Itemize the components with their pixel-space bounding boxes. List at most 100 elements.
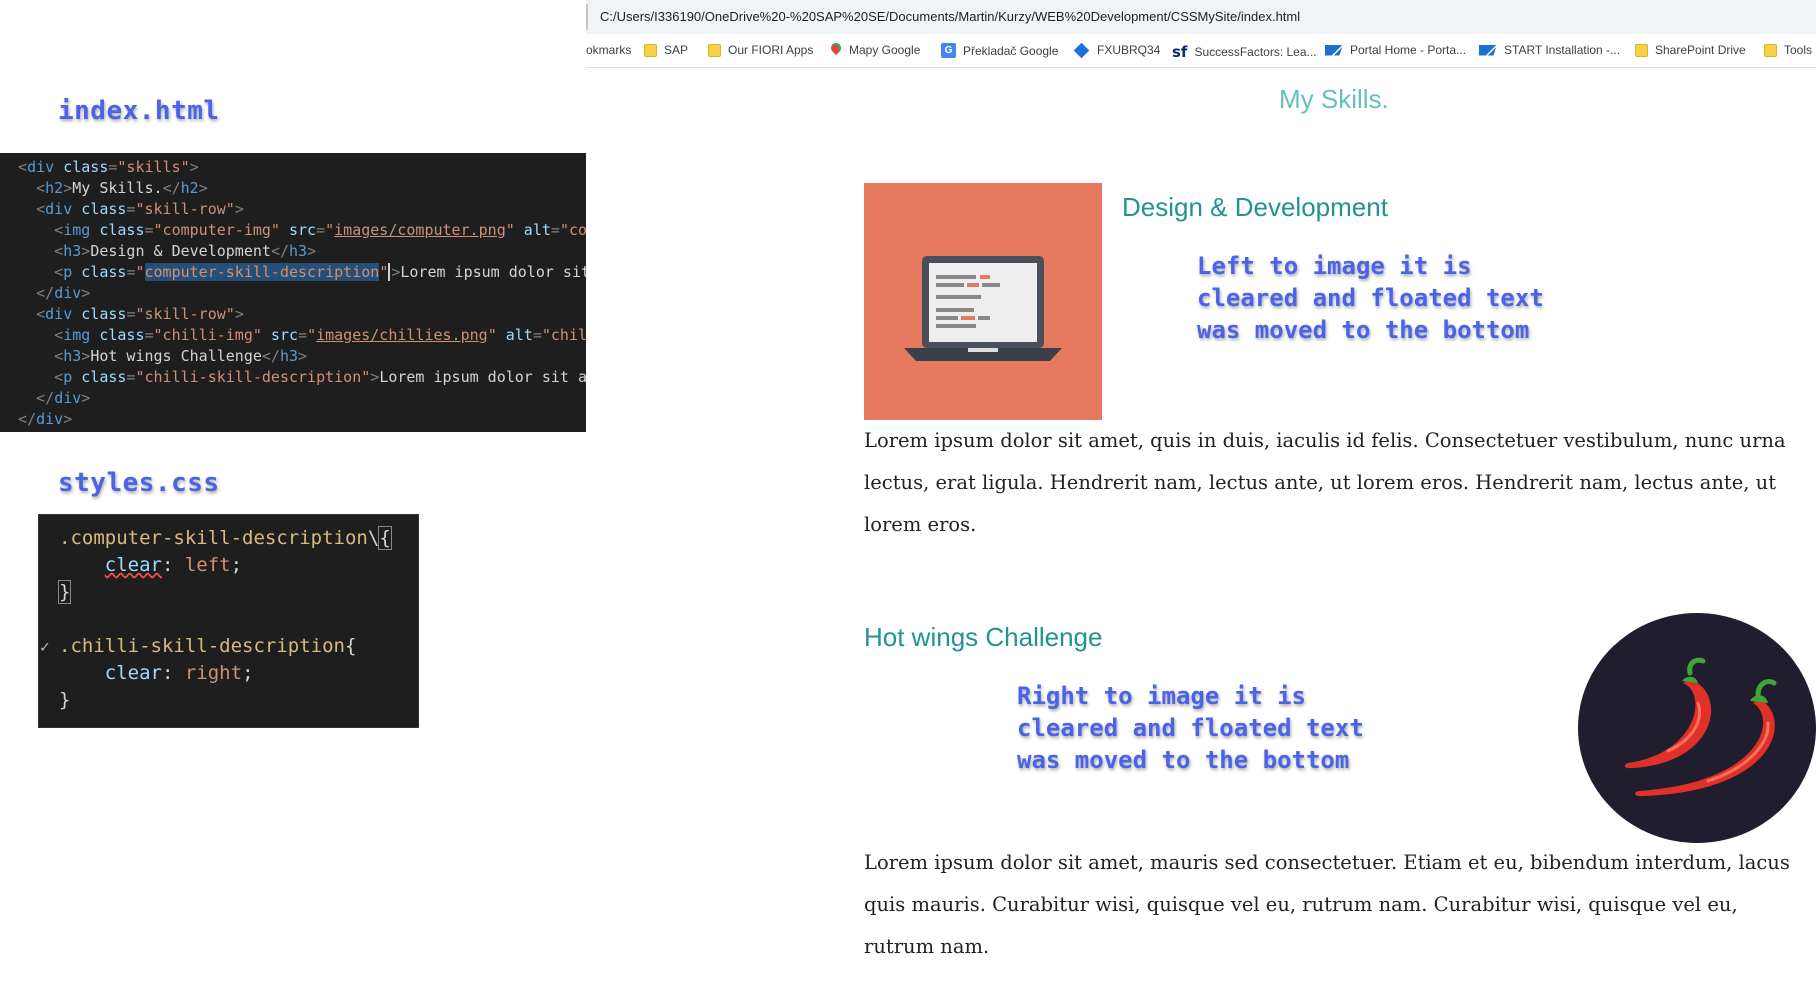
code-token: < [0, 179, 46, 197]
chilli-pepper-icon [1624, 657, 1777, 797]
code-token: div [27, 158, 55, 176]
chilli-image [1578, 613, 1816, 843]
code-line[interactable] [59, 606, 418, 633]
folder-icon [644, 43, 657, 57]
address-bar-divider [586, 4, 588, 30]
bookmark-item-bookmarks[interactable]: okmarks [586, 43, 631, 57]
code-token: } [59, 689, 71, 711]
code-line[interactable]: clear: left; [59, 552, 418, 579]
bookmark-item-tools[interactable]: Tools [1764, 43, 1812, 57]
code-token: > [63, 179, 73, 197]
code-token: p [63, 368, 73, 386]
code-token: \ [367, 527, 380, 549]
code-token: ; [230, 554, 243, 576]
css-code-body: .computer-skill-description\{ clear: lef… [39, 525, 418, 714]
code-token: right [184, 662, 243, 684]
annotation-line: Left to image it is [1197, 252, 1472, 280]
code-token: = [316, 221, 326, 239]
code-token: " [135, 263, 145, 281]
code-token: ; [242, 662, 254, 684]
code-token: > [81, 284, 91, 302]
code-token: { [378, 526, 392, 550]
bookmark-item-successfactors[interactable]: sf SuccessFactors: Lea... [1172, 43, 1317, 61]
code-token: "chilli-skill-description" [135, 368, 371, 386]
folder-icon [1764, 43, 1777, 57]
code-token: class [90, 326, 145, 344]
code-token: class [90, 221, 145, 239]
browser-window: C:/Users/I336190/OneDrive%20-%20SAP%20SE… [586, 0, 1816, 981]
code-token: h2 [180, 179, 199, 197]
bookmark-label: okmarks [586, 43, 632, 57]
annotation-left-clear: Left to image it is cleared and floated … [1197, 250, 1617, 346]
code-token: > [198, 179, 208, 197]
bookmark-item-sharepoint[interactable]: SharePoint Drive [1635, 43, 1746, 57]
code-token: div [36, 410, 64, 428]
code-token: { [344, 635, 357, 657]
bookmark-label: SuccessFactors: Lea... [1194, 45, 1317, 59]
code-token: "computer-img" [153, 221, 280, 239]
bookmark-label: SAP [664, 43, 689, 57]
code-token: : [161, 662, 185, 684]
code-token: = [298, 326, 308, 344]
fold-check-icon: ✓ [40, 637, 50, 656]
code-token: class [54, 158, 109, 176]
bookmark-label: Mapy Google [849, 43, 921, 57]
code-token: "skill-row" [135, 305, 235, 323]
code-token: > [234, 305, 244, 323]
code-token: "chilli-img" [153, 326, 262, 344]
bookmark-item-fxubrq34[interactable]: FXUBRQ34 [1073, 42, 1160, 58]
code-token: computer-skill-description [144, 263, 380, 281]
bookmark-item-translate[interactable]: G Překladač Google [941, 43, 1058, 58]
bookmark-item-sap[interactable]: SAP [644, 43, 688, 57]
code-token: " [379, 263, 391, 281]
annotation-line: cleared and floated text [1197, 284, 1544, 312]
skill-description-computer: Lorem ipsum dolor sit amet, quis in duis… [864, 429, 1786, 536]
code-token: < [0, 200, 46, 218]
annotation-line: was moved to the bottom [1197, 316, 1530, 344]
code-token: h3 [289, 242, 308, 260]
bookmark-item-start-installation[interactable]: START Installation -... [1479, 43, 1620, 57]
code-token: < [0, 158, 28, 176]
code-token: img [63, 326, 91, 344]
code-token: </ [261, 347, 280, 365]
code-token: < [0, 221, 64, 239]
bookmark-item-portal-home[interactable]: Portal Home - Porta... [1325, 43, 1466, 57]
code-token: : [161, 554, 185, 576]
skill-title-design: Design & Development [1122, 192, 1388, 222]
code-token: h2 [45, 179, 64, 197]
code-token: </ [0, 284, 55, 302]
code-line[interactable]: .computer-skill-description\{ [59, 525, 418, 552]
code-token: class [72, 263, 127, 281]
computer-image [864, 183, 1102, 420]
code-token: = [532, 326, 542, 344]
css-code-editor[interactable]: ✓ .computer-skill-description\{ clear: l… [38, 514, 419, 728]
code-line[interactable]: .chilli-skill-description{ [59, 633, 418, 660]
code-line[interactable]: clear: right; [59, 660, 418, 687]
address-bar[interactable]: C:/Users/I336190/OneDrive%20-%20SAP%20SE… [586, 0, 1816, 34]
code-token: </ [270, 242, 289, 260]
laptop-icon [904, 256, 1062, 361]
annotation-right-clear: Right to image it is cleared and floated… [1017, 680, 1437, 776]
code-token: </ [0, 410, 37, 428]
code-token: < [0, 242, 64, 260]
code-token: "skill-row" [135, 200, 235, 218]
successfactors-icon: sf [1172, 43, 1188, 61]
bookmark-item-fiori[interactable]: Our FIORI Apps [708, 43, 813, 57]
code-token: " [505, 221, 515, 239]
url-text[interactable]: C:/Users/I336190/OneDrive%20-%20SAP%20SE… [600, 9, 1300, 24]
code-line[interactable]: } [57, 579, 418, 606]
html-file-label: index.html [58, 96, 220, 126]
code-token: " [325, 221, 335, 239]
code-token: " [487, 326, 497, 344]
code-token: div [54, 284, 82, 302]
code-token: .computer-skill-description [59, 527, 368, 549]
diamond-icon [1073, 42, 1090, 58]
code-line[interactable]: } [59, 687, 418, 714]
code-token: alt [514, 221, 551, 239]
translate-icon: G [941, 43, 956, 58]
code-token: > [63, 410, 73, 428]
code-token: class [72, 368, 127, 386]
bookmark-item-maps[interactable]: Mapy Google [831, 43, 920, 57]
